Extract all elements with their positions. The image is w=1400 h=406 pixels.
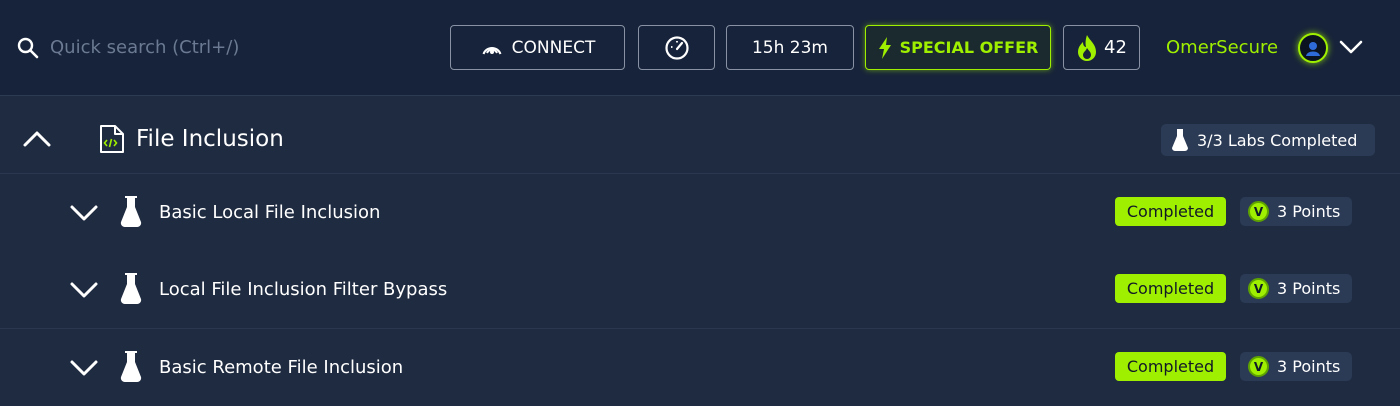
speed-test-button[interactable] bbox=[638, 25, 715, 70]
connect-button[interactable]: CONNECT bbox=[450, 25, 625, 70]
points-coin-icon: V bbox=[1248, 201, 1269, 222]
timer-label: 15h 23m bbox=[751, 37, 828, 58]
section-header[interactable]: File Inclusion 3/3 Labs Completed bbox=[0, 104, 1400, 174]
speedometer-icon bbox=[664, 35, 689, 60]
lab-title: Basic Remote File Inclusion bbox=[159, 357, 404, 378]
lab-row[interactable]: Local File Inclusion Filter Bypass Compl… bbox=[0, 251, 1400, 329]
points-badge: V 3 Points bbox=[1240, 197, 1352, 226]
user-name[interactable]: OmerSecure bbox=[1166, 36, 1278, 60]
flame-icon bbox=[1078, 34, 1097, 61]
chevron-up-icon[interactable] bbox=[22, 128, 52, 150]
lab-row[interactable]: Basic Local File Inclusion Completed V 3… bbox=[0, 174, 1400, 252]
chevron-down-icon[interactable] bbox=[1338, 36, 1364, 58]
chevron-down-icon[interactable] bbox=[69, 202, 99, 224]
file-code-icon bbox=[100, 125, 124, 153]
search-input[interactable] bbox=[50, 30, 430, 64]
points-label: 3 Points bbox=[1277, 357, 1341, 376]
labs-completed-badge: 3/3 Labs Completed bbox=[1161, 124, 1375, 156]
points-badge: V 3 Points bbox=[1240, 274, 1352, 303]
search-icon[interactable] bbox=[16, 36, 40, 60]
lab-title: Local File Inclusion Filter Bypass bbox=[159, 279, 448, 300]
section-title: File Inclusion bbox=[136, 126, 284, 152]
avatar[interactable] bbox=[1298, 33, 1328, 63]
status-badge: Completed bbox=[1115, 197, 1226, 226]
timer-button[interactable]: 15h 23m bbox=[726, 25, 854, 70]
special-offer-label: SPECIAL OFFER bbox=[899, 38, 1039, 57]
avatar-emblem-icon bbox=[1306, 42, 1320, 56]
chevron-down-icon[interactable] bbox=[69, 279, 99, 301]
chevron-down-icon[interactable] bbox=[69, 357, 99, 379]
flask-icon bbox=[120, 273, 142, 305]
connect-label: CONNECT bbox=[511, 37, 596, 58]
points-coin-icon: V bbox=[1248, 278, 1269, 299]
flask-icon bbox=[120, 351, 142, 383]
special-offer-button[interactable]: SPECIAL OFFER bbox=[865, 25, 1051, 70]
wifi-signal-icon bbox=[482, 46, 502, 54]
streak-count: 42 bbox=[1104, 37, 1127, 58]
points-coin-icon: V bbox=[1248, 356, 1269, 377]
status-badge: Completed bbox=[1115, 352, 1226, 381]
lab-title: Basic Local File Inclusion bbox=[159, 202, 381, 223]
points-label: 3 Points bbox=[1277, 279, 1341, 298]
streak-button[interactable]: 42 bbox=[1063, 25, 1140, 70]
flask-icon bbox=[1172, 129, 1188, 151]
lab-row[interactable]: Basic Remote File Inclusion Completed V … bbox=[0, 329, 1400, 406]
flask-icon bbox=[120, 196, 142, 228]
status-badge: Completed bbox=[1115, 274, 1226, 303]
points-badge: V 3 Points bbox=[1240, 352, 1352, 381]
labs-completed-label: 3/3 Labs Completed bbox=[1197, 130, 1358, 150]
lightning-bolt-icon bbox=[878, 36, 891, 59]
points-label: 3 Points bbox=[1277, 202, 1341, 221]
top-bar: CONNECT 15h 23m SPECIAL OFFER 42 OmerSec… bbox=[0, 0, 1400, 96]
